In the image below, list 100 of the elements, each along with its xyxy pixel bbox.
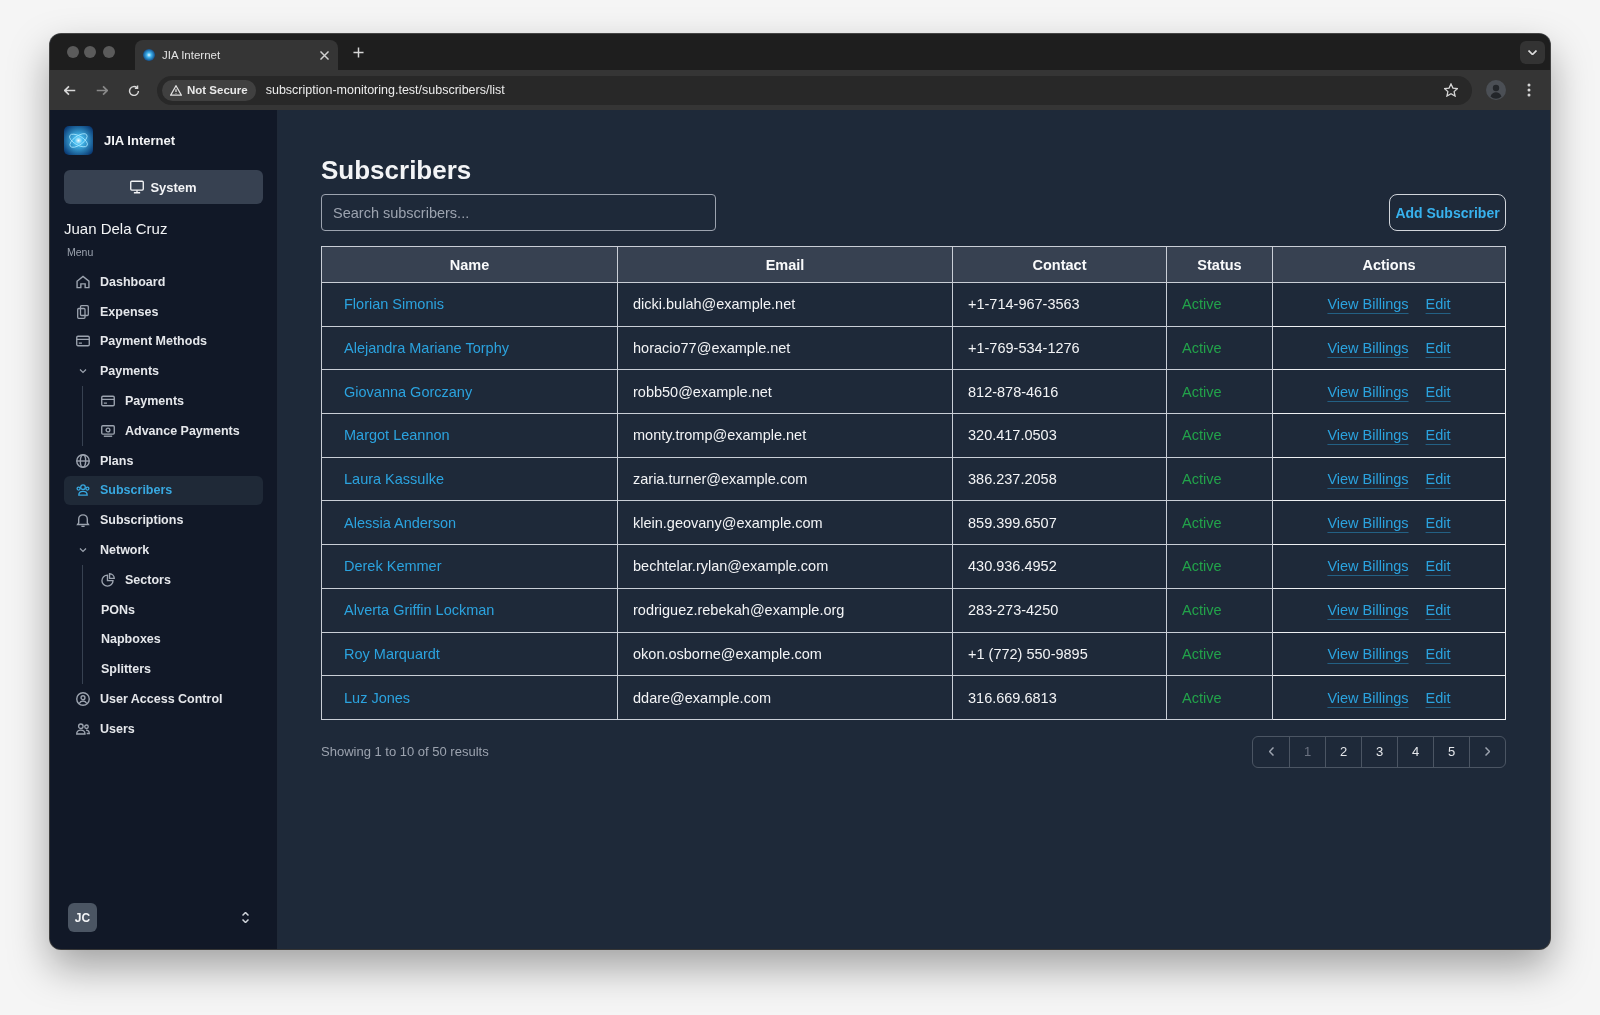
search-field[interactable]: Search subscribers... xyxy=(321,194,716,231)
plus-icon[interactable] xyxy=(353,46,364,58)
edit-link[interactable]: Edit xyxy=(1425,558,1451,575)
column-header: Actions xyxy=(1272,246,1506,283)
sidebar-item[interactable]: User Access Control xyxy=(64,684,233,714)
subscriber-name-link[interactable]: Florian Simonis xyxy=(344,296,444,313)
sidebar-item[interactable]: Splitters xyxy=(83,654,161,685)
sidebar-item[interactable]: Plans xyxy=(64,445,144,476)
sidebar-item[interactable]: Subscriptions xyxy=(64,505,194,536)
edit-link[interactable]: Edit xyxy=(1425,296,1451,313)
edit-link[interactable]: Edit xyxy=(1425,340,1451,357)
home-icon xyxy=(76,274,90,289)
view-billings-link[interactable]: View Billings xyxy=(1327,514,1409,531)
table-cell: 859.399.6507 xyxy=(952,500,1167,545)
sidebar-item[interactable]: PONs xyxy=(83,594,146,625)
subscriber-name-link[interactable]: Luz Jones xyxy=(344,689,411,706)
view-billings-link[interactable]: View Billings xyxy=(1327,689,1409,706)
user-avatar: JC xyxy=(68,903,97,932)
address-bar[interactable]: Not Secure subscription-monitoring.test/subscribers/list xyxy=(157,75,1472,105)
security-chip[interactable]: Not Secure xyxy=(162,79,256,101)
edit-link[interactable]: Edit xyxy=(1425,689,1451,706)
edit-link[interactable]: Edit xyxy=(1425,645,1451,662)
sidebar-item[interactable]: Sectors xyxy=(83,564,181,595)
window-controls-icon[interactable] xyxy=(67,46,115,58)
browser-tab[interactable]: JIA Internet xyxy=(135,40,338,70)
sidebar-item[interactable]: Users xyxy=(64,713,145,744)
subscriber-name-link[interactable]: Roy Marquardt xyxy=(344,645,440,662)
edit-link[interactable]: Edit xyxy=(1425,514,1451,531)
users-icon xyxy=(76,721,90,736)
column-header: Email xyxy=(617,246,953,283)
table-cell: zaria.turner@example.com xyxy=(617,457,953,501)
table-cell: +1 (772) 550-9895 xyxy=(952,632,1167,676)
system-button[interactable]: System xyxy=(64,170,263,204)
page-button[interactable]: 5 xyxy=(1433,736,1469,767)
status-cell: Active xyxy=(1166,413,1273,458)
sidebar-group-item[interactable]: Payments xyxy=(64,356,170,387)
close-icon[interactable] xyxy=(320,50,329,60)
sidebar-item[interactable]: Payments xyxy=(83,386,195,416)
back-arrow-icon[interactable] xyxy=(64,84,76,96)
chevrons-up-down-icon[interactable] xyxy=(242,912,249,923)
favicon-icon xyxy=(143,49,155,61)
view-billings-link[interactable]: View Billings xyxy=(1327,296,1409,313)
sidebar-item[interactable]: Napboxes xyxy=(83,624,171,655)
user-group-icon xyxy=(76,483,90,498)
banknote-icon xyxy=(101,423,115,438)
tab-search-button[interactable] xyxy=(1520,40,1545,64)
reload-icon[interactable] xyxy=(128,84,140,96)
table-cell: ddare@example.com xyxy=(617,675,953,720)
edit-link[interactable]: Edit xyxy=(1425,602,1451,619)
edit-link[interactable]: Edit xyxy=(1425,427,1451,444)
url-text: subscription-monitoring.test/subscribers/list xyxy=(265,83,505,97)
documents-icon xyxy=(76,304,90,319)
column-header: Contact xyxy=(952,246,1167,283)
table-cell: monty.tromp@example.net xyxy=(617,413,953,458)
status-cell: Active xyxy=(1166,675,1273,720)
page-button[interactable]: 1 xyxy=(1289,736,1325,767)
subscriber-name-link[interactable]: Alverta Griffin Lockman xyxy=(344,602,495,619)
view-billings-link[interactable]: View Billings xyxy=(1327,558,1409,575)
sidebar-item[interactable]: Advance Payments xyxy=(83,416,250,446)
more-icon[interactable] xyxy=(1527,83,1531,97)
star-icon[interactable] xyxy=(1444,83,1458,97)
subscriber-name-link[interactable]: Laura Kassulke xyxy=(344,471,444,488)
credit-card-icon xyxy=(76,334,90,349)
chevron-right-icon xyxy=(1485,747,1490,757)
edit-link[interactable]: Edit xyxy=(1425,471,1451,488)
subscriber-name-link[interactable]: Alessia Anderson xyxy=(344,514,457,531)
bell-icon xyxy=(76,513,90,528)
brand-name: JIA Internet xyxy=(104,133,176,148)
subscriber-name-link[interactable]: Derek Kemmer xyxy=(344,558,442,575)
view-billings-link[interactable]: View Billings xyxy=(1327,340,1409,357)
table-cell: klein.geovany@example.com xyxy=(617,500,953,545)
status-cell: Active xyxy=(1166,544,1273,589)
sidebar-group-item[interactable]: Network xyxy=(64,535,160,565)
page-button[interactable]: 3 xyxy=(1361,736,1397,767)
subscriber-name-link[interactable]: Giovanna Gorczany xyxy=(344,383,473,400)
table-cell: +1-769-534-1276 xyxy=(952,326,1167,370)
subscriber-name-link[interactable]: Margot Leannon xyxy=(344,427,450,444)
chevron-left-icon xyxy=(1268,747,1274,757)
sidebar-item[interactable]: Dashboard xyxy=(64,267,176,297)
status-cell: Active xyxy=(1166,282,1273,327)
view-billings-link[interactable]: View Billings xyxy=(1327,471,1409,488)
page-button[interactable]: 2 xyxy=(1325,736,1361,767)
view-billings-link[interactable]: View Billings xyxy=(1327,383,1409,400)
view-billings-link[interactable]: View Billings xyxy=(1327,427,1409,444)
page-button[interactable]: 4 xyxy=(1397,736,1433,767)
page-title: Subscribers xyxy=(321,154,472,186)
table-cell: 386.237.2058 xyxy=(952,457,1167,501)
view-billings-link[interactable]: View Billings xyxy=(1327,645,1409,662)
monitor-icon xyxy=(130,180,145,194)
add-subscriber-button[interactable]: Add Subscriber xyxy=(1389,194,1506,231)
menu-heading: Menu xyxy=(66,245,94,259)
view-billings-link[interactable]: View Billings xyxy=(1327,602,1409,619)
sidebar-item[interactable]: Subscribers xyxy=(64,475,263,506)
logo-icon xyxy=(64,126,93,155)
forward-arrow-icon[interactable] xyxy=(96,84,108,96)
sidebar-item[interactable]: Payment Methods xyxy=(64,326,217,357)
edit-link[interactable]: Edit xyxy=(1425,383,1451,400)
pie-chart-icon xyxy=(101,572,115,587)
sidebar-item[interactable]: Expenses xyxy=(64,296,169,327)
warning-icon xyxy=(170,84,182,96)
